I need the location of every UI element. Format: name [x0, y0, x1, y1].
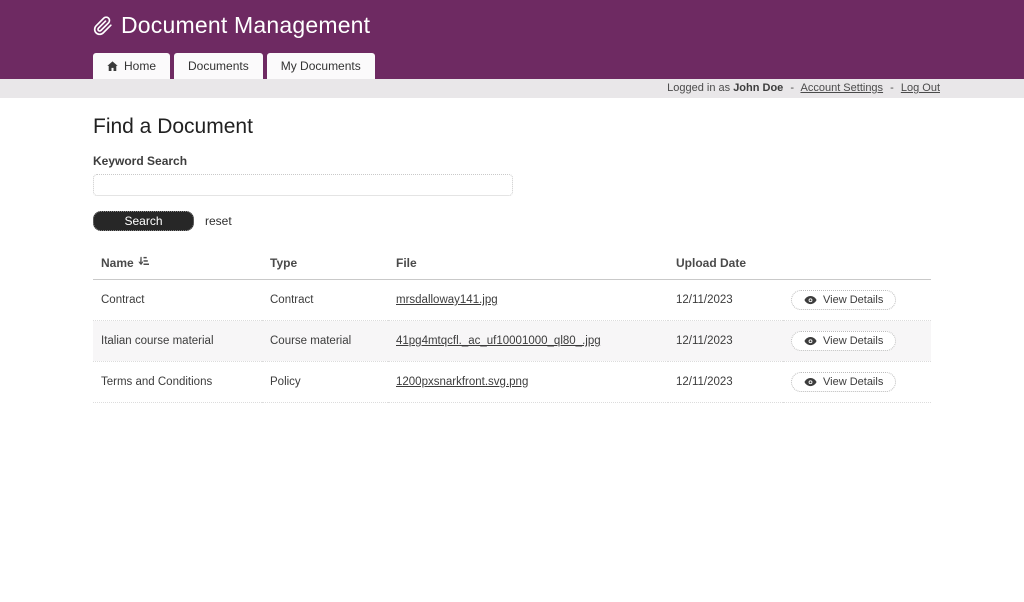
- column-header-upload-date: Upload Date: [668, 249, 783, 280]
- page-title: Find a Document: [93, 115, 931, 139]
- tab-my-documents-label: My Documents: [281, 53, 361, 79]
- view-details-label: View Details: [823, 335, 883, 347]
- table-row: Terms and Conditions Policy 1200pxsnarkf…: [93, 362, 931, 403]
- column-header-type: Type: [262, 249, 388, 280]
- doc-upload-date: 12/11/2023: [668, 321, 783, 362]
- doc-type: Course material: [262, 321, 388, 362]
- doc-type: Policy: [262, 362, 388, 403]
- column-header-file: File: [388, 249, 668, 280]
- eye-icon: [804, 337, 817, 346]
- view-details-button[interactable]: View Details: [791, 331, 896, 351]
- separator: -: [890, 82, 894, 94]
- app-title: Document Management: [93, 12, 931, 39]
- keyword-search-label: Keyword Search: [93, 154, 931, 168]
- doc-file-link[interactable]: 1200pxsnarkfront.svg.png: [396, 376, 528, 388]
- paperclip-icon: [93, 15, 113, 37]
- doc-file-link[interactable]: mrsdalloway141.jpg: [396, 294, 498, 306]
- view-details-button[interactable]: View Details: [791, 290, 896, 310]
- table-row: Contract Contract mrsdalloway141.jpg 12/…: [93, 280, 931, 321]
- log-out-link[interactable]: Log Out: [901, 82, 940, 94]
- doc-upload-date: 12/11/2023: [668, 362, 783, 403]
- logged-in-prefix: Logged in as: [667, 82, 730, 94]
- tab-documents[interactable]: Documents: [174, 53, 263, 79]
- search-button[interactable]: Search: [93, 211, 194, 231]
- main-content: Find a Document Keyword Search Search re…: [93, 115, 931, 403]
- column-header-name[interactable]: Name: [93, 249, 262, 280]
- keyword-search-input[interactable]: [93, 174, 513, 196]
- tab-my-documents[interactable]: My Documents: [267, 53, 375, 79]
- account-settings-link[interactable]: Account Settings: [801, 82, 884, 94]
- eye-icon: [804, 378, 817, 387]
- doc-name: Terms and Conditions: [93, 362, 262, 403]
- view-details-button[interactable]: View Details: [791, 372, 896, 392]
- main-nav: Home Documents My Documents: [93, 53, 375, 79]
- separator: -: [790, 82, 794, 94]
- app-header: Document Management Home Documents My Do…: [0, 0, 1024, 79]
- home-icon: [107, 61, 118, 72]
- logged-in-username: John Doe: [733, 82, 783, 94]
- eye-icon: [804, 296, 817, 305]
- view-details-label: View Details: [823, 294, 883, 306]
- column-header-actions: [783, 249, 931, 280]
- documents-table: Name Type File Upload Date: [93, 249, 931, 403]
- tab-home-label: Home: [124, 53, 156, 79]
- table-row: Italian course material Course material …: [93, 321, 931, 362]
- doc-name: Italian course material: [93, 321, 262, 362]
- table-header-row: Name Type File Upload Date: [93, 249, 931, 280]
- app-title-text: Document Management: [121, 12, 370, 39]
- doc-type: Contract: [262, 280, 388, 321]
- sort-icon: [138, 256, 149, 270]
- doc-upload-date: 12/11/2023: [668, 280, 783, 321]
- view-details-label: View Details: [823, 376, 883, 388]
- doc-file-link[interactable]: 41pg4mtqcfl._ac_uf10001000_ql80_.jpg: [396, 335, 601, 347]
- doc-name: Contract: [93, 280, 262, 321]
- tab-documents-label: Documents: [188, 53, 249, 79]
- reset-link[interactable]: reset: [205, 214, 232, 228]
- account-bar: Logged in as John Doe - Account Settings…: [0, 79, 1024, 98]
- tab-home[interactable]: Home: [93, 53, 170, 79]
